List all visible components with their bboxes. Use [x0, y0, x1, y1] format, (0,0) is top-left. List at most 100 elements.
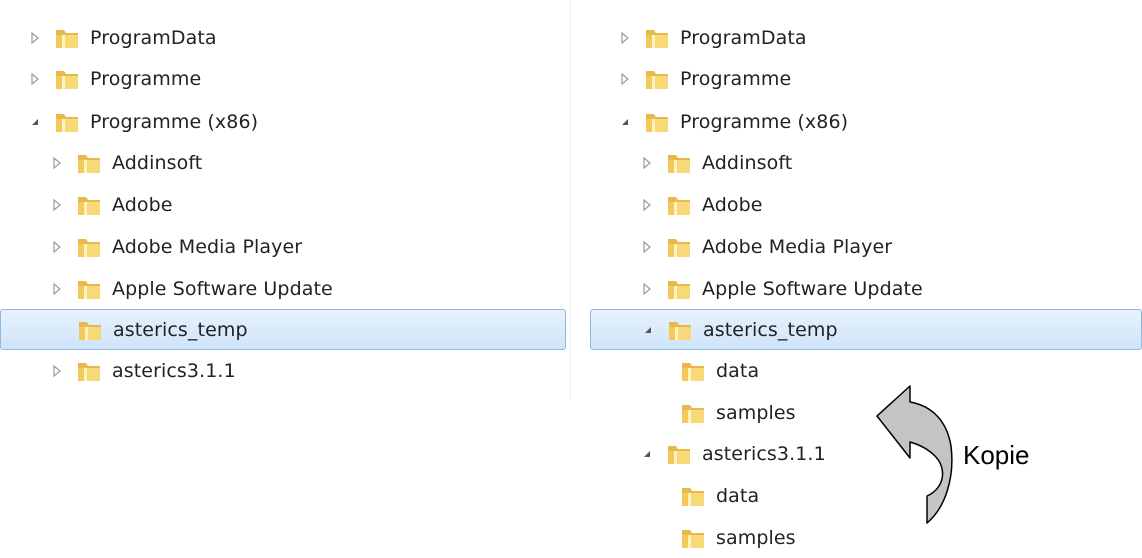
expand-triangle-icon[interactable] — [642, 240, 652, 253]
tree-item-label: Adobe — [702, 193, 763, 216]
tree-item[interactable]: Addinsoft — [0, 142, 570, 183]
tree-expander — [49, 321, 67, 339]
tree-expander[interactable] — [638, 280, 656, 298]
tree-item-label: samples — [716, 401, 796, 424]
tree-item-label: ProgramData — [680, 26, 807, 49]
tree-expander — [652, 529, 670, 547]
copy-arrow-annotation — [876, 385, 953, 524]
tree-item[interactable]: Apple Software Update — [0, 268, 570, 309]
tree-expander[interactable] — [26, 29, 44, 47]
tree-expander — [652, 362, 670, 380]
tree-item-label: asterics3.1.1 — [702, 442, 826, 465]
folder-icon — [646, 113, 668, 132]
folder-icon — [669, 321, 691, 340]
tree-item[interactable]: Addinsoft — [590, 142, 1142, 183]
expand-triangle-icon[interactable] — [642, 198, 652, 211]
tree-expander[interactable] — [638, 238, 656, 256]
tree-expander[interactable] — [26, 113, 44, 131]
tree-item-label: asterics_temp — [113, 318, 248, 341]
collapse-triangle-icon[interactable] — [30, 117, 40, 127]
tree-item-label: Programme (x86) — [90, 110, 259, 133]
folder-icon — [79, 321, 101, 340]
collapse-triangle-icon[interactable] — [620, 117, 630, 127]
folder-icon — [78, 154, 100, 173]
expand-triangle-icon[interactable] — [52, 282, 62, 295]
tree-item[interactable]: asterics_temp — [590, 309, 1142, 350]
tree-item[interactable]: ProgramData — [590, 17, 1142, 58]
tree-expander[interactable] — [48, 362, 66, 380]
tree-item-label: Addinsoft — [112, 151, 203, 174]
tree-expander[interactable] — [48, 154, 66, 172]
tree-item[interactable]: Adobe — [0, 184, 570, 225]
tree-item[interactable]: Programme (x86) — [590, 101, 1142, 142]
folder-icon — [646, 29, 668, 48]
folder-icon — [646, 70, 668, 89]
tree-item-label: Programme (x86) — [680, 110, 849, 133]
tree-item-label: Programme — [90, 67, 202, 90]
tree-item-label: Apple Software Update — [702, 277, 923, 300]
expand-triangle-icon[interactable] — [620, 31, 630, 44]
expand-triangle-icon[interactable] — [620, 72, 630, 85]
tree-item-label: Adobe Media Player — [112, 235, 303, 258]
tree-item[interactable]: Adobe Media Player — [590, 226, 1142, 267]
tree-expander[interactable] — [48, 280, 66, 298]
folder-icon — [78, 196, 100, 215]
tree-item[interactable]: Apple Software Update — [590, 268, 1142, 309]
tree-item-label: asterics3.1.1 — [112, 359, 236, 382]
folder-icon — [668, 238, 690, 257]
pane-divider — [570, 0, 571, 400]
tree-expander[interactable] — [616, 70, 634, 88]
tree-expander[interactable] — [638, 445, 656, 463]
expand-triangle-icon[interactable] — [52, 240, 62, 253]
collapse-triangle-icon[interactable] — [642, 449, 652, 459]
tree-item-label: Programme — [680, 67, 792, 90]
tree-expander[interactable] — [616, 113, 634, 131]
tree-item[interactable]: ProgramData — [0, 17, 570, 58]
tree-item[interactable]: Programme — [590, 58, 1142, 99]
tree-item-label: ProgramData — [90, 26, 217, 49]
folder-icon — [78, 238, 100, 257]
expand-triangle-icon[interactable] — [642, 156, 652, 169]
tree-item-label: samples — [716, 526, 796, 549]
curved-arrow-icon — [876, 385, 953, 524]
tree-item[interactable]: asterics3.1.1 — [0, 350, 570, 391]
folder-icon — [682, 362, 704, 381]
collapse-triangle-icon[interactable] — [643, 325, 653, 335]
tree-item[interactable]: Adobe Media Player — [0, 226, 570, 267]
tree-expander — [652, 404, 670, 422]
tree-expander[interactable] — [639, 321, 657, 339]
expand-triangle-icon[interactable] — [30, 31, 40, 44]
folder-icon — [682, 487, 704, 506]
tree-item-label: data — [716, 484, 760, 507]
tree-expander[interactable] — [638, 154, 656, 172]
expand-triangle-icon[interactable] — [30, 72, 40, 85]
tree-item-label: Adobe Media Player — [702, 235, 893, 258]
folder-icon — [78, 362, 100, 381]
folder-icon — [78, 280, 100, 299]
folder-icon — [682, 404, 704, 423]
folder-icon — [668, 154, 690, 173]
tree-item[interactable]: Programme (x86) — [0, 101, 570, 142]
tree-expander[interactable] — [48, 196, 66, 214]
folder-icon — [56, 70, 78, 89]
tree-item[interactable]: asterics_temp — [0, 309, 566, 350]
tree-expander[interactable] — [616, 29, 634, 47]
expand-triangle-icon[interactable] — [52, 364, 62, 377]
tree-expander[interactable] — [638, 196, 656, 214]
expand-triangle-icon[interactable] — [52, 156, 62, 169]
folder-icon — [668, 445, 690, 464]
expand-triangle-icon[interactable] — [642, 282, 652, 295]
tree-item[interactable]: Adobe — [590, 184, 1142, 225]
tree-item[interactable]: Programme — [0, 58, 570, 99]
tree-item-label: Apple Software Update — [112, 277, 333, 300]
tree-item-label: asterics_temp — [703, 318, 838, 341]
folder-icon — [682, 529, 704, 548]
expand-triangle-icon[interactable] — [52, 198, 62, 211]
folder-icon — [56, 29, 78, 48]
tree-item-label: Addinsoft — [702, 151, 793, 174]
tree-expander[interactable] — [48, 238, 66, 256]
tree-item-label: Adobe — [112, 193, 173, 216]
tree-expander[interactable] — [26, 70, 44, 88]
folder-icon — [668, 280, 690, 299]
folder-icon — [56, 113, 78, 132]
